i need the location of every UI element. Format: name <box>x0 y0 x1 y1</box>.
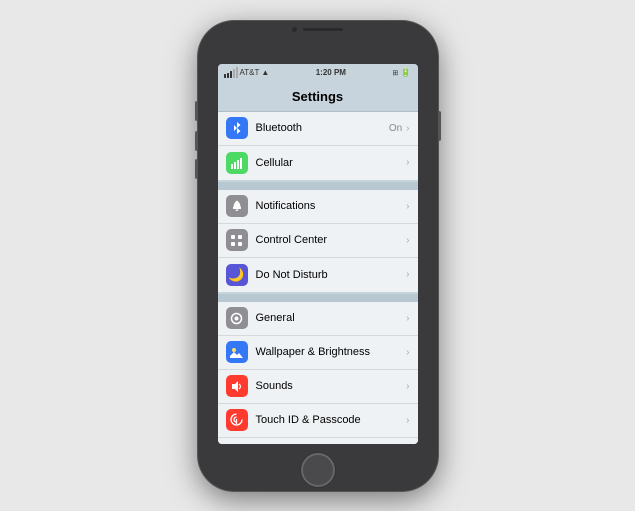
settings-item-cellular[interactable]: Cellular › <box>218 146 418 180</box>
touchid-icon <box>226 409 248 431</box>
settings-item-notifications[interactable]: Notifications › <box>218 190 418 224</box>
divider-2 <box>218 294 418 302</box>
wallpaper-label: Wallpaper & Brightness <box>256 346 407 358</box>
status-left: AT&T ▲ <box>224 67 270 78</box>
sounds-icon <box>226 375 248 397</box>
clock: 1:20 PM <box>316 68 346 77</box>
general-chevron: › <box>406 313 409 324</box>
wallpaper-chevron: › <box>406 347 409 358</box>
section-system2: General › Wallpaper & Brightness › <box>218 302 418 444</box>
cellular-icon <box>226 152 248 174</box>
section-system1: Notifications › Control Center <box>218 190 418 292</box>
bluetooth-icon <box>226 117 248 139</box>
section-connectivity: Bluetooth On › Cel <box>218 112 418 180</box>
phone-top-bar <box>198 21 438 36</box>
settings-item-sounds[interactable]: Sounds › <box>218 370 418 404</box>
home-button[interactable] <box>301 453 335 487</box>
status-right: ⊞ 🔋 <box>392 67 411 78</box>
general-label: General <box>256 312 407 324</box>
phone-screen: AT&T ▲ 1:20 PM ⊞ 🔋 Settings <box>218 64 418 444</box>
notifications-icon <box>226 195 248 217</box>
bluetooth-value: On <box>389 123 402 134</box>
settings-item-touchid[interactable]: Touch ID & Passcode › <box>218 404 418 438</box>
carrier-label: AT&T <box>240 68 260 77</box>
controlcenter-icon <box>226 229 248 251</box>
controlcenter-chevron: › <box>406 235 409 246</box>
wallpaper-icon <box>226 341 248 363</box>
status-bar: AT&T ▲ 1:20 PM ⊞ 🔋 <box>218 64 418 82</box>
bluetooth-chevron: › <box>406 123 409 134</box>
page-title: Settings <box>292 89 343 104</box>
controlcenter-label: Control Center <box>256 234 407 246</box>
wifi-icon: ▲ <box>261 68 269 77</box>
notifications-chevron: › <box>406 201 409 212</box>
settings-item-donotdisturb[interactable]: 🌙 Do Not Disturb › <box>218 258 418 292</box>
cellular-label: Cellular <box>256 157 407 169</box>
notifications-label: Notifications <box>256 200 407 212</box>
touchid-chevron: › <box>406 415 409 426</box>
home-button-area <box>298 450 338 490</box>
settings-item-general[interactable]: General › <box>218 302 418 336</box>
general-icon <box>226 307 248 329</box>
speaker <box>303 28 343 31</box>
signal-icon <box>224 67 238 78</box>
divider-1 <box>218 182 418 190</box>
phone-device: AT&T ▲ 1:20 PM ⊞ 🔋 Settings <box>198 21 438 491</box>
donotdisturb-chevron: › <box>406 269 409 280</box>
bluetooth-label: Bluetooth <box>256 122 389 134</box>
vol-up-button[interactable] <box>195 131 198 151</box>
battery-icon: 🔋 <box>400 67 411 78</box>
sounds-label: Sounds <box>256 380 407 392</box>
camera <box>292 27 297 32</box>
vol-down-button[interactable] <box>195 159 198 179</box>
settings-item-bluetooth[interactable]: Bluetooth On › <box>218 112 418 146</box>
settings-item-wallpaper[interactable]: Wallpaper & Brightness › <box>218 336 418 370</box>
sounds-chevron: › <box>406 381 409 392</box>
donotdisturb-label: Do Not Disturb <box>256 269 407 281</box>
settings-list: Bluetooth On › Cel <box>218 112 418 444</box>
touchid-label: Touch ID & Passcode <box>256 414 407 426</box>
settings-item-controlcenter[interactable]: Control Center › <box>218 224 418 258</box>
cellular-chevron: › <box>406 157 409 168</box>
nav-bar: Settings <box>218 82 418 112</box>
donotdisturb-icon: 🌙 <box>226 264 248 286</box>
settings-item-privacy[interactable]: Privacy › <box>218 438 418 444</box>
location-icon: ⊞ <box>392 69 398 77</box>
